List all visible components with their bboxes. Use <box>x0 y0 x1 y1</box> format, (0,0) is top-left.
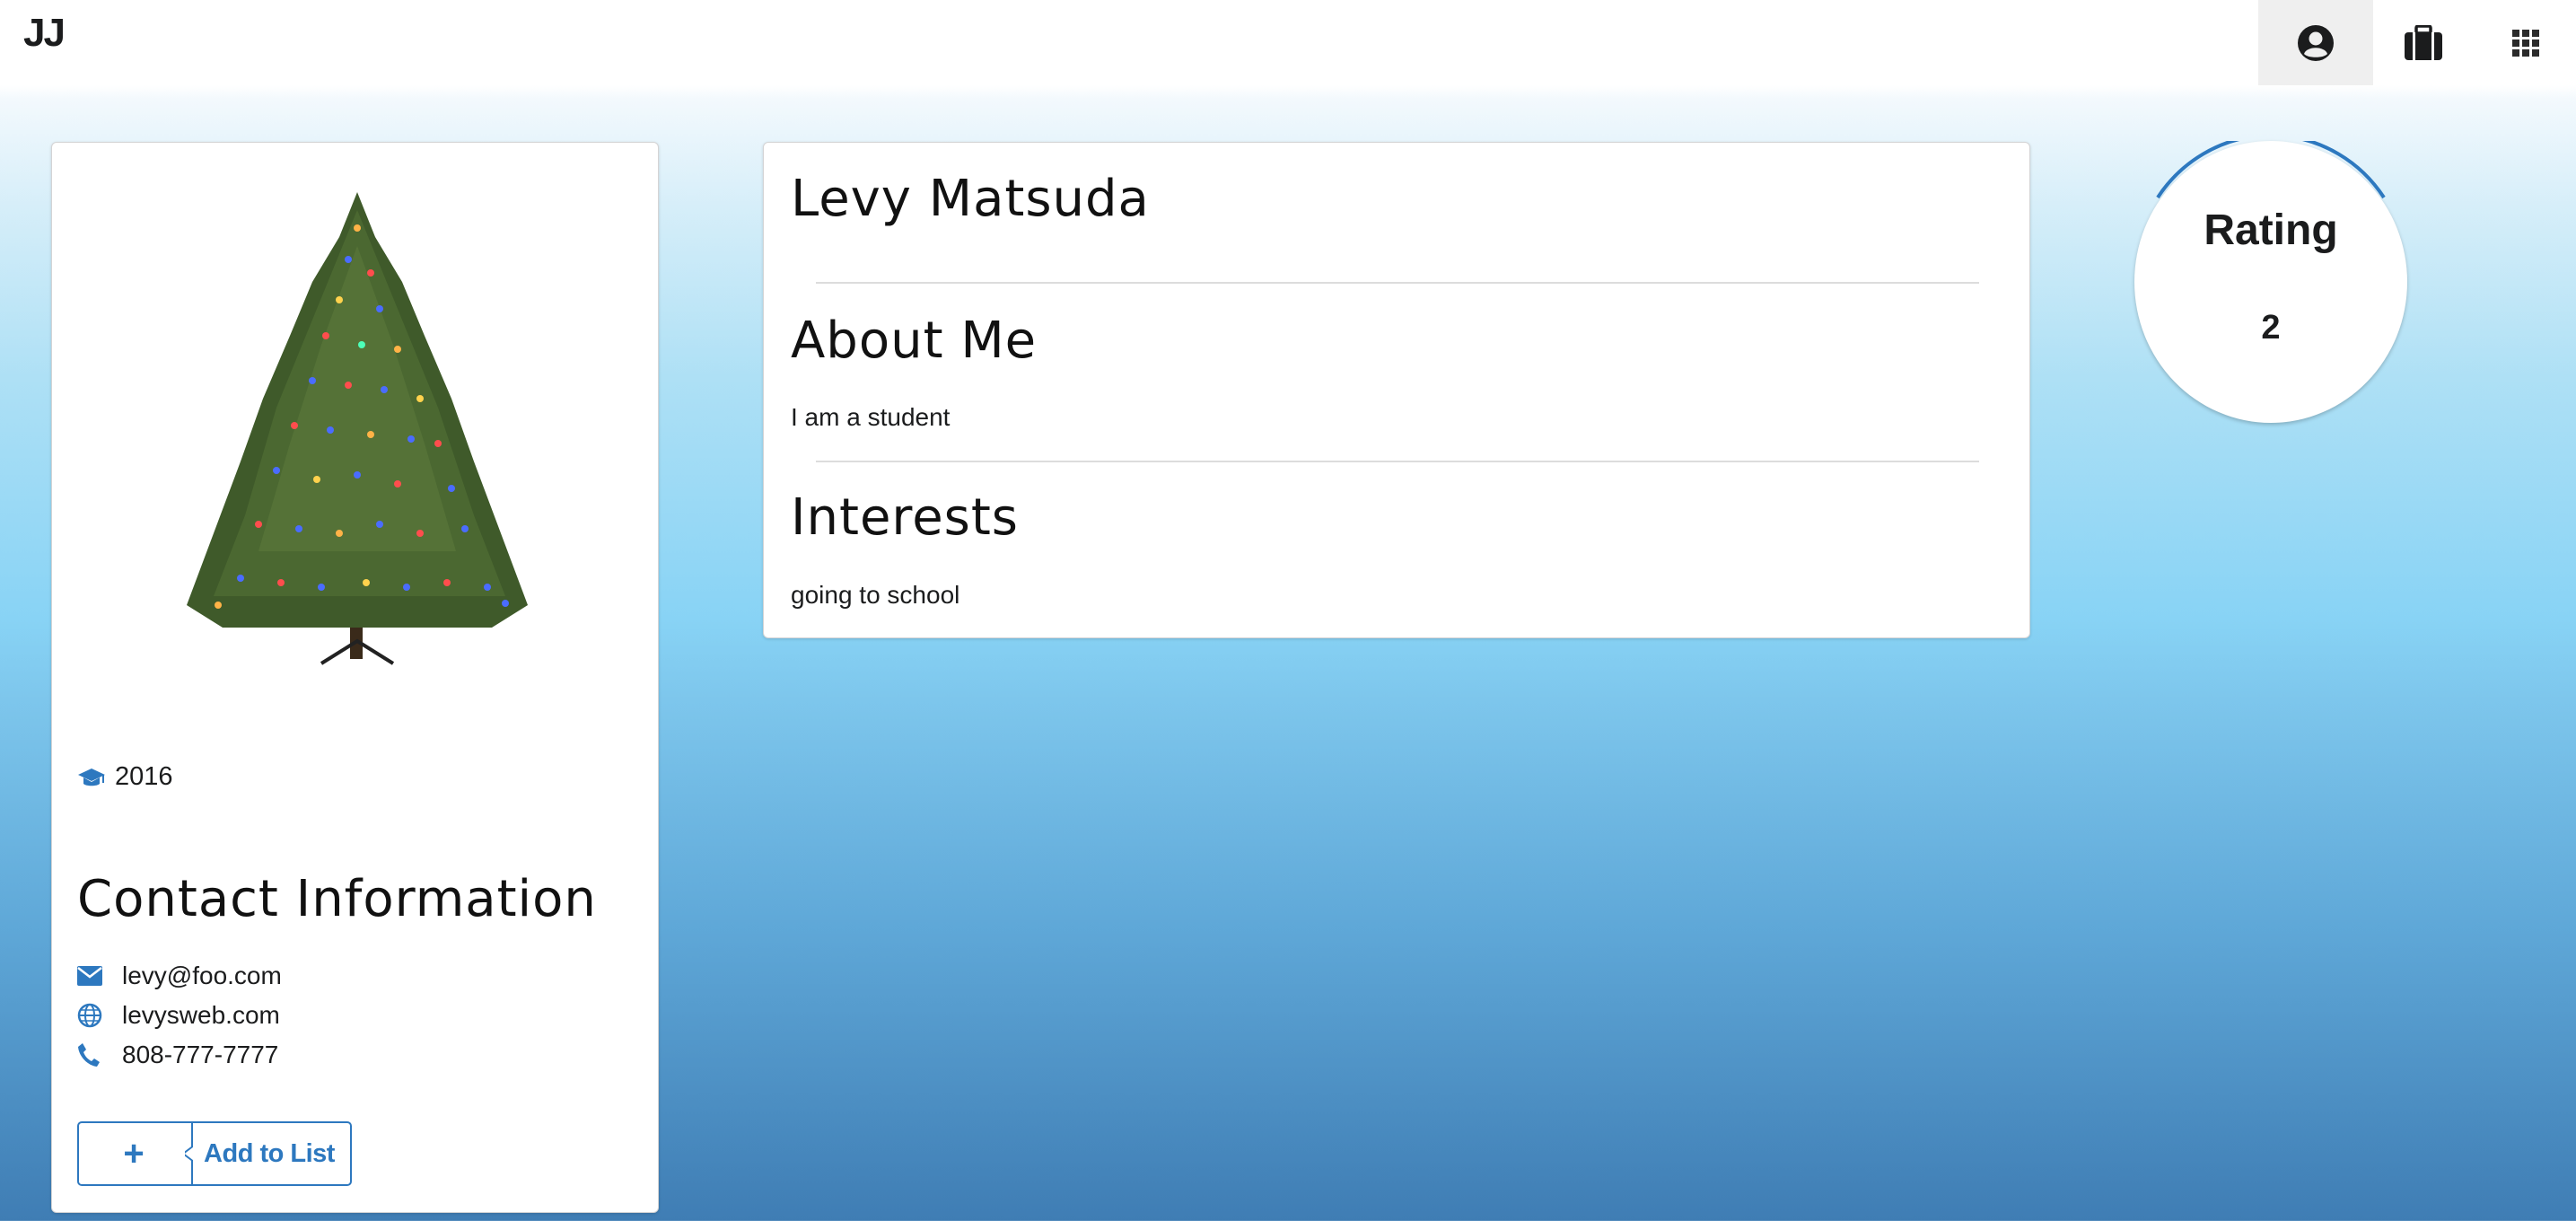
profile-card: 2016 Contact Information levy@foo.com le… <box>51 142 659 1213</box>
globe-icon <box>77 1003 102 1028</box>
graduation-year: 2016 <box>115 762 173 791</box>
nav-briefcase-button[interactable] <box>2366 0 2481 85</box>
profile-image <box>187 192 528 665</box>
graduation-row: 2016 <box>77 762 173 792</box>
grid-icon <box>2512 29 2539 57</box>
add-to-list-label: Add to List <box>204 1138 335 1168</box>
profile-name: Levy Matsuda <box>791 170 1150 228</box>
rating-label: Rating <box>2204 206 2338 254</box>
nav-profile-button[interactable] <box>2258 0 2373 85</box>
contact-website[interactable]: levysweb.com <box>122 1001 280 1030</box>
brand-logo[interactable]: JJ <box>23 11 66 56</box>
about-me-heading: About Me <box>791 312 1038 370</box>
rating-circle: Rating 2 <box>2134 141 2407 423</box>
contact-email[interactable]: levy@foo.com <box>122 962 282 990</box>
contact-information-heading: Contact Information <box>77 870 597 928</box>
contact-phone-row: 808-777-7777 <box>77 1035 282 1075</box>
contact-email-row: levy@foo.com <box>77 956 282 996</box>
graduation-cap-icon <box>78 768 105 786</box>
phone-icon <box>78 1043 100 1067</box>
contact-list: levy@foo.com levysweb.com 808-777-7777 <box>77 956 282 1075</box>
contact-phone[interactable]: 808-777-7777 <box>122 1041 278 1069</box>
interests-heading: Interests <box>791 488 1019 547</box>
user-circle-icon <box>2298 24 2334 61</box>
rating-value: 2 <box>2261 309 2281 347</box>
about-me-text: I am a student <box>791 403 951 431</box>
nav-apps-button[interactable] <box>2468 0 2576 85</box>
divider <box>816 461 1979 462</box>
envelope-icon <box>77 966 102 986</box>
rating-progress-arc <box>2156 141 2386 199</box>
top-nav-bar: JJ <box>0 0 2576 85</box>
add-to-list-button[interactable]: + Add to List <box>77 1121 352 1186</box>
plus-icon: + <box>123 1133 145 1173</box>
interests-text: going to school <box>791 581 960 609</box>
briefcase-icon <box>2405 24 2442 60</box>
profile-details-card: Levy Matsuda About Me I am a student Int… <box>763 142 2030 638</box>
contact-website-row: levysweb.com <box>77 996 282 1035</box>
button-divider-notch <box>185 1123 193 1184</box>
divider <box>816 282 1979 284</box>
